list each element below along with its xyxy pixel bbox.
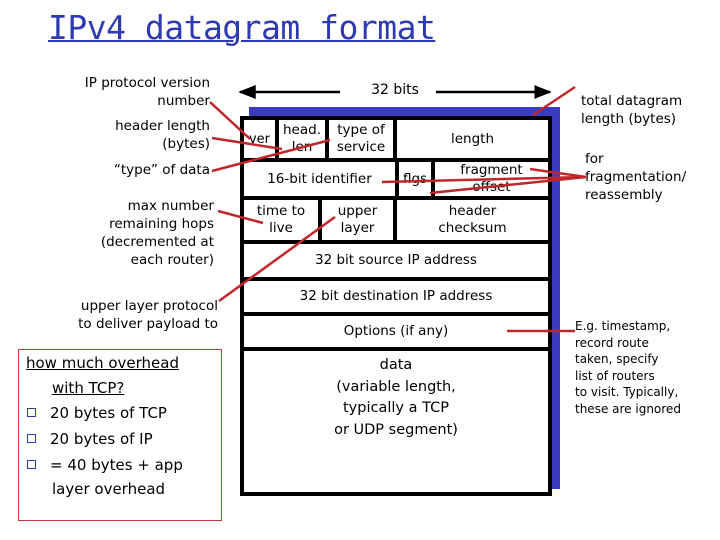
field-data-line: or UDP segment) (334, 421, 458, 438)
label-total-length: total datagram length (bytes) (581, 92, 682, 128)
label-options-note: E.g. timestamp, record route taken, spec… (575, 318, 681, 417)
label-ttl-line: (decremented at (100, 234, 214, 250)
field-header-length-line: len (291, 139, 313, 155)
label-upper-layer-line: upper layer protocol (80, 298, 218, 314)
label-total-length-line: length (bytes) (581, 111, 677, 127)
row-divider (244, 347, 548, 351)
field-header-checksum: header checksum (397, 200, 548, 240)
field-upper-layer-line: upper (337, 203, 378, 219)
label-options-note-line: taken, specify (575, 352, 659, 366)
label-fragmentation: for fragmentation/ reassembly (585, 150, 686, 204)
bullet-icon (27, 434, 36, 443)
overhead-item-continuation: layer overhead (52, 480, 166, 498)
label-version-line: number (157, 93, 210, 109)
width-label: 32 bits (371, 82, 419, 98)
field-flags: flgs (402, 170, 428, 187)
field-fragment-offset-line: offset (472, 179, 511, 195)
label-fragmentation-line: for (585, 151, 604, 167)
label-version: IP protocol version number (85, 74, 210, 110)
label-upper-layer: upper layer protocol to deliver payload … (78, 297, 218, 333)
overhead-heading: how much overhead (26, 354, 179, 372)
label-header-length: header length (bytes) (115, 117, 210, 153)
bullet-icon (27, 460, 36, 469)
field-fragment-offset-line: fragment (460, 162, 523, 178)
label-options-note-line: record route (575, 335, 649, 350)
field-options: Options (if any) (343, 323, 449, 339)
field-upper-layer-line: layer (340, 220, 375, 236)
field-data-line: (variable length, (336, 378, 456, 395)
label-options-note-line: list of routers (575, 368, 655, 383)
field-header-checksum-line: header (448, 203, 497, 219)
field-version: ver (248, 131, 271, 147)
label-header-length-line: (bytes) (162, 136, 210, 152)
field-fragment-offset: fragment offset (435, 162, 548, 196)
label-ttl-line: remaining hops (109, 216, 214, 232)
label-total-length-line: total datagram (581, 93, 683, 109)
label-ttl: max number remaining hops (decremented a… (101, 197, 214, 269)
field-header-length: head. len (279, 120, 325, 158)
field-type-of-service: type of service (329, 120, 393, 158)
overhead-item: = 40 bytes + app (27, 452, 183, 478)
field-header-length-line: head. (283, 122, 321, 138)
field-type-of-service-line: service (336, 139, 386, 155)
label-version-line: IP protocol version (84, 75, 210, 91)
label-header-length-line: header length (115, 118, 210, 134)
overhead-item: 20 bytes of IP (27, 426, 153, 452)
label-fragmentation-line: reassembly (585, 187, 663, 203)
field-destination-ip: 32 bit destination IP address (299, 288, 493, 304)
label-fragmentation-line: fragmentation/ (585, 169, 687, 185)
overhead-item-text: = 40 bytes + app (50, 456, 183, 474)
field-type-of-service-line: type of (337, 122, 385, 138)
field-data: data (variable length, typically a TCP o… (244, 355, 548, 445)
field-header-checksum-line: checksum (438, 220, 507, 236)
field-ttl-line: live (269, 220, 293, 236)
label-ttl-line: max number (127, 198, 214, 214)
label-type-of-data: “type” of data (113, 162, 210, 178)
overhead-heading: with TCP? (52, 379, 125, 397)
overhead-item: 20 bytes of TCP (27, 400, 167, 426)
field-source-ip: 32 bit source IP address (315, 252, 477, 268)
slide-title: IPv4 datagram format (48, 8, 436, 47)
label-upper-layer-line: to deliver payload to (78, 316, 218, 332)
label-options-note-line: to visit. Typically, (575, 385, 679, 399)
overhead-item-text: 20 bytes of TCP (50, 404, 167, 422)
datagram-table: ver head. len type of service length 16-… (240, 116, 552, 496)
overhead-box: how much overhead with TCP? 20 bytes of … (18, 349, 222, 521)
field-identifier: 16-bit identifier (267, 170, 372, 187)
field-data-line: data (379, 357, 413, 373)
field-ttl: time to live (244, 200, 318, 240)
label-options-note-line: E.g. timestamp, (575, 319, 671, 333)
field-length: length (450, 130, 495, 147)
bullet-icon (27, 408, 36, 417)
field-ttl-line: time to (256, 203, 306, 219)
label-options-note-line: these are ignored (575, 401, 681, 416)
label-ttl-line: each router) (130, 252, 214, 268)
field-upper-layer: upper layer (322, 200, 393, 240)
field-data-line: typically a TCP (343, 400, 449, 416)
overhead-item-text: 20 bytes of IP (50, 430, 153, 448)
